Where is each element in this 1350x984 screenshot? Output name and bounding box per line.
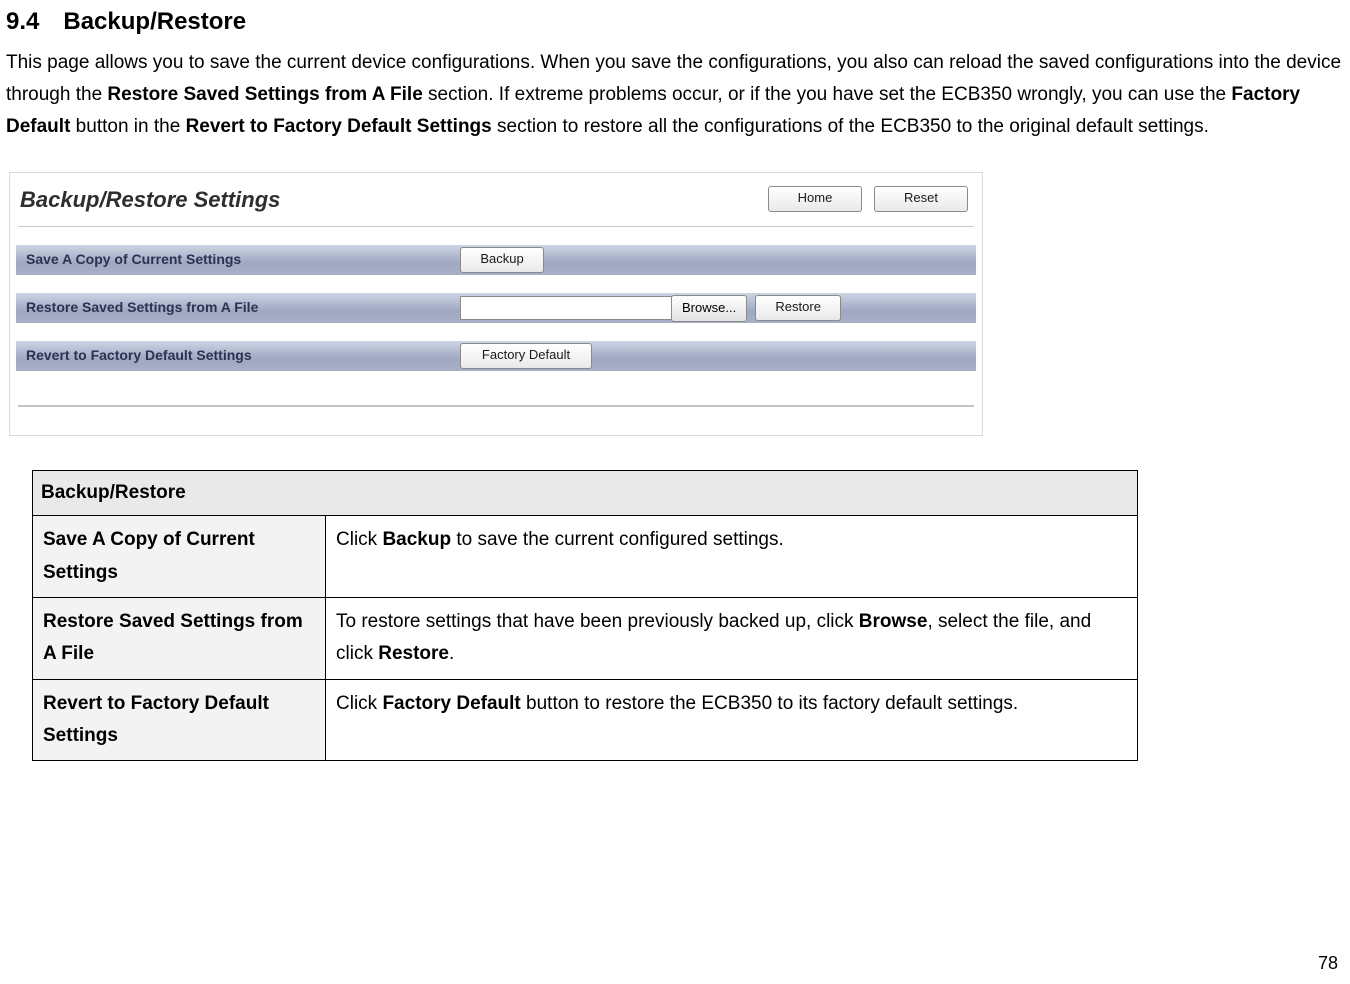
- intro-paragraph: This page allows you to save the current…: [6, 47, 1350, 144]
- backup-button[interactable]: Backup: [460, 247, 544, 273]
- intro-text: section to restore all the configuration…: [492, 116, 1209, 137]
- table-cell-label: Revert to Factory Default Settings: [33, 679, 326, 761]
- bold-text: Browse: [859, 611, 928, 632]
- browse-button[interactable]: Browse...: [671, 295, 747, 322]
- table-header: Backup/Restore: [33, 471, 1138, 516]
- description-table: Backup/Restore Save A Copy of Current Se…: [32, 470, 1138, 761]
- intro-text: button in the: [70, 116, 185, 137]
- text: Click: [336, 529, 382, 550]
- file-path-input[interactable]: [460, 296, 672, 320]
- table-cell-label: Restore Saved Settings from A File: [33, 597, 326, 679]
- page-number: 78: [1318, 948, 1338, 979]
- row-label: Save A Copy of Current Settings: [16, 248, 464, 272]
- table-row: Save A Copy of Current Settings Click Ba…: [33, 516, 1138, 598]
- reset-button[interactable]: Reset: [874, 186, 968, 212]
- section-title: Backup/Restore: [63, 8, 246, 35]
- bold-text: Factory Default: [382, 693, 520, 714]
- row-save-copy: Save A Copy of Current Settings Backup: [16, 245, 976, 275]
- section-heading: 9.4 Backup/Restore: [6, 2, 1350, 43]
- table-cell-desc: Click Factory Default button to restore …: [326, 679, 1138, 761]
- bold-text: Backup: [382, 529, 451, 550]
- file-chooser: Browse...: [460, 295, 747, 322]
- screenshot-header: Backup/Restore Settings Home Reset: [16, 179, 976, 226]
- table-cell-desc: To restore settings that have been previ…: [326, 597, 1138, 679]
- row-controls: Factory Default: [460, 343, 592, 369]
- table-row: Revert to Factory Default Settings Click…: [33, 679, 1138, 761]
- row-controls: Browse... Restore: [460, 295, 841, 322]
- row-restore-file: Restore Saved Settings from A File Brows…: [16, 293, 976, 323]
- factory-default-button[interactable]: Factory Default: [460, 343, 592, 369]
- divider: [18, 405, 974, 407]
- row-label: Revert to Factory Default Settings: [16, 344, 464, 368]
- top-buttons: Home Reset: [768, 186, 976, 212]
- restore-button[interactable]: Restore: [755, 295, 841, 321]
- table-cell-desc: Click Backup to save the current configu…: [326, 516, 1138, 598]
- table-cell-label: Save A Copy of Current Settings: [33, 516, 326, 598]
- text: Click: [336, 693, 382, 714]
- text: To restore settings that have been previ…: [336, 611, 859, 632]
- row-label: Restore Saved Settings from A File: [16, 296, 464, 320]
- row-controls: Backup: [460, 247, 544, 273]
- screenshot-title: Backup/Restore Settings: [20, 181, 280, 218]
- section-number: 9.4: [6, 8, 39, 35]
- text: button to restore the ECB350 to its fact…: [521, 693, 1018, 714]
- row-factory-default: Revert to Factory Default Settings Facto…: [16, 341, 976, 371]
- table-row: Restore Saved Settings from A File To re…: [33, 597, 1138, 679]
- settings-screenshot: Backup/Restore Settings Home Reset Save …: [9, 172, 983, 436]
- intro-bold-revert: Revert to Factory Default Settings: [186, 116, 492, 137]
- home-button[interactable]: Home: [768, 186, 862, 212]
- intro-bold-restore: Restore Saved Settings from A File: [107, 84, 422, 105]
- intro-text: section. If extreme problems occur, or i…: [423, 84, 1232, 105]
- bold-text: Restore: [378, 643, 449, 664]
- divider: [18, 226, 974, 227]
- text: to save the current configured settings.: [451, 529, 784, 550]
- text: .: [449, 643, 454, 664]
